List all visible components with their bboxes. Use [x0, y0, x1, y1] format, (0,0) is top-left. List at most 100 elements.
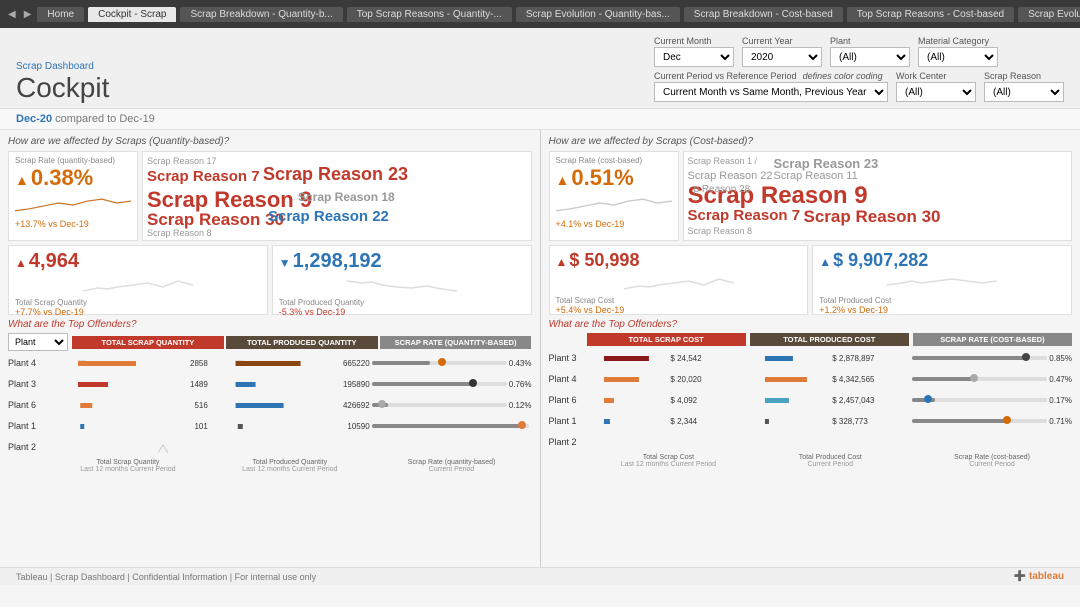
right-prod-cost-arrow: ▲: [819, 255, 831, 269]
right-plant4-rate-val: 0.47%: [1049, 375, 1072, 384]
tab-top-scrap-cost[interactable]: Top Scrap Reasons - Cost-based: [847, 7, 1014, 22]
prod-qty-plant2: [210, 439, 370, 456]
right-plant4-prod-spark: [750, 372, 830, 386]
header-left: Scrap Dashboard Cockpit: [16, 61, 109, 102]
filter-work-center-label: Work Center: [896, 71, 976, 81]
right-plant1-prod-val: $ 328,773: [832, 417, 868, 426]
offenders-plant-select[interactable]: Plant: [8, 333, 68, 351]
left-scrap-change: +7.7% vs Dec-19: [15, 307, 261, 317]
table-row: Plant 1 101 10590: [8, 416, 532, 436]
material-select[interactable]: (All): [918, 47, 998, 67]
table-row: Plant 4 2858 665220: [8, 353, 532, 373]
row-data-plant1: 101 10590: [48, 419, 532, 433]
right-col-header-cost: TOTAL SCRAP COST: [587, 333, 746, 346]
plant3-scrap-spark: [48, 377, 188, 391]
nav-back-arrow[interactable]: ◀: [6, 7, 18, 22]
plant3-scrap-val: 1489: [190, 380, 208, 389]
plant4-prod-val: 665220: [343, 359, 370, 368]
right-prod-plant6: $ 2,457,043: [750, 393, 910, 407]
nav-forward-arrow[interactable]: ▶: [22, 7, 34, 22]
left-produced-label: Total Produced Quantity: [279, 298, 525, 307]
filter-scrap-reason: Scrap Reason (All): [984, 71, 1064, 102]
year-select[interactable]: 2020: [742, 47, 822, 67]
right-data-rows: Plant 3 $ 24,542 $ 2,878,897: [549, 348, 1073, 452]
right-prod-plant3: $ 2,878,897: [750, 351, 910, 365]
right-plant4-prod-val: $ 4,342,565: [832, 375, 874, 384]
right-rate-value-row: ▲ 0.51%: [556, 165, 672, 191]
tab-scrap-breakdown-cost[interactable]: Scrap Breakdown - Cost-based: [684, 7, 843, 22]
tab-top-scrap-qty[interactable]: Top Scrap Reasons - Quantity-...: [347, 7, 512, 22]
right-col-headers: TOTAL SCRAP COST TOTAL PRODUCED COST SCR…: [587, 333, 1073, 346]
left-word-cloud: Scrap Reason 17 Scrap Reason 7 Scrap Rea…: [142, 151, 532, 241]
left-scrap-label: Total Scrap Quantity: [15, 298, 261, 307]
plant-select-header[interactable]: (All): [830, 47, 910, 67]
right-plant6-cost-val: $ 4,092: [670, 396, 697, 405]
wc-scrap-reason-7: Scrap Reason 7: [147, 168, 260, 185]
scrap-qty-plant3: 1489: [48, 377, 208, 391]
row-label-plant2-left: Plant 2: [8, 442, 46, 452]
date-reference: Dec-19: [119, 113, 154, 125]
month-select[interactable]: Dec: [654, 47, 734, 67]
right-plant4-cost-spark: [589, 372, 669, 386]
filter-plant: Plant (All): [830, 36, 910, 67]
wc-scrap-reason-22: Scrap Reason 22: [268, 208, 389, 225]
left-total-scrap-box: ▲ 4,964 Total Scrap Quantity +7.7% vs De…: [8, 245, 268, 315]
right-row-plant3: Plant 3: [549, 353, 587, 363]
row-data-plant3: 1489 195890 0.76%: [48, 377, 532, 391]
right-prod-plant4: $ 4,342,565: [750, 372, 910, 386]
right-prod-cost-value: $ 9,907,282: [833, 250, 928, 271]
right-cost-arrow: ▲: [556, 255, 568, 269]
header-filters: Current Month Dec Current Year 2020 Plan…: [654, 36, 1064, 102]
right-footer-prod: Total Produced Cost Current Period: [750, 454, 910, 468]
right-plant1-cost-val: $ 2,344: [670, 417, 697, 426]
tab-scrap-breakdown-qty[interactable]: Scrap Breakdown - Quantity-b...: [180, 7, 342, 22]
left-offenders-header: Plant TOTAL SCRAP QUANTITY TOTAL PRODUCE…: [8, 333, 532, 351]
page-title: Cockpit: [16, 74, 109, 102]
right-cost-label: Total Scrap Cost: [556, 296, 802, 305]
period-select[interactable]: Current Month vs Same Month, Previous Ye…: [654, 82, 888, 102]
row-label-plant6-left: Plant 6: [8, 400, 46, 410]
right-metric-row: ▲ $ 50,998 Total Scrap Cost +5.4% vs Dec…: [549, 245, 1073, 315]
tab-scrap-evolution-cost[interactable]: Scrap Evolution - Cost-based: [1018, 7, 1080, 22]
right-row-plant2: Plant 2: [549, 437, 587, 447]
col-header-rate-qty: SCRAP RATE (QUANTITY-BASED): [380, 336, 532, 349]
prod-qty-plant3: 195890: [210, 377, 370, 391]
right-cost-plant3: $ 24,542: [589, 351, 749, 365]
right-total-produced-cost-box: ▲ $ 9,907,282 Total Produced Cost +1.2% …: [812, 245, 1072, 315]
prod-qty-plant6: 426692: [210, 398, 370, 412]
filter-work-center: Work Center (All): [896, 71, 976, 102]
plant6-scrap-spark: [48, 398, 192, 412]
page-footer: Tableau | Scrap Dashboard | Confidential…: [0, 567, 1080, 585]
right-plant4-data: $ 20,020 $ 4,342,565 0.47%: [589, 372, 1073, 386]
table-row: Plant 2: [549, 432, 1073, 452]
rate-plant3: 0.76%: [372, 377, 532, 391]
right-rate-plant6: 0.17%: [912, 393, 1072, 407]
filter-row-2: Current Period vs Reference Period defin…: [654, 71, 1064, 102]
right-plant1-rate-val: 0.71%: [1049, 417, 1072, 426]
right-plant3-prod-spark: [750, 351, 830, 365]
right-cost-plant6: $ 4,092: [589, 393, 749, 407]
table-row: Plant 3 $ 24,542 $ 2,878,897: [549, 348, 1073, 368]
left-offenders-title: What are the Top Offenders?: [8, 319, 532, 330]
filter-period: Current Period vs Reference Period defin…: [654, 71, 888, 102]
table-row: Plant 4 $ 20,020 $ 4,342,565: [549, 369, 1073, 389]
filter-row-1: Current Month Dec Current Year 2020 Plan…: [654, 36, 1064, 67]
header-area: Scrap Dashboard Cockpit Current Month De…: [0, 28, 1080, 109]
prod-qty-plant1: 10590: [210, 419, 370, 433]
right-col-header-rate: SCRAP RATE (COST-BASED): [913, 333, 1072, 346]
left-offenders: What are the Top Offenders? Plant TOTAL …: [8, 319, 532, 473]
table-row: Plant 2: [8, 437, 532, 457]
wc-right-scrap-reason-23: Scrap Reason 23: [774, 156, 879, 171]
tab-cockpit-scrap[interactable]: Cockpit - Scrap: [88, 7, 176, 22]
tab-scrap-evolution-qty[interactable]: Scrap Evolution - Quantity-bas...: [516, 7, 680, 22]
filter-year-label: Current Year: [742, 36, 822, 46]
tab-home[interactable]: Home: [37, 7, 84, 22]
wc-scrap-reason-17: Scrap Reason 17: [147, 156, 217, 166]
work-center-select[interactable]: (All): [896, 82, 976, 102]
right-plant6-rate-val: 0.17%: [1049, 396, 1072, 405]
filter-month-label: Current Month: [654, 36, 734, 46]
scrap-reason-select[interactable]: (All): [984, 82, 1064, 102]
wc-scrap-reason-23: Scrap Reason 23: [263, 164, 408, 185]
dashboard-label: Scrap Dashboard: [16, 61, 109, 72]
filter-material-category: Material Category (All): [918, 36, 998, 67]
